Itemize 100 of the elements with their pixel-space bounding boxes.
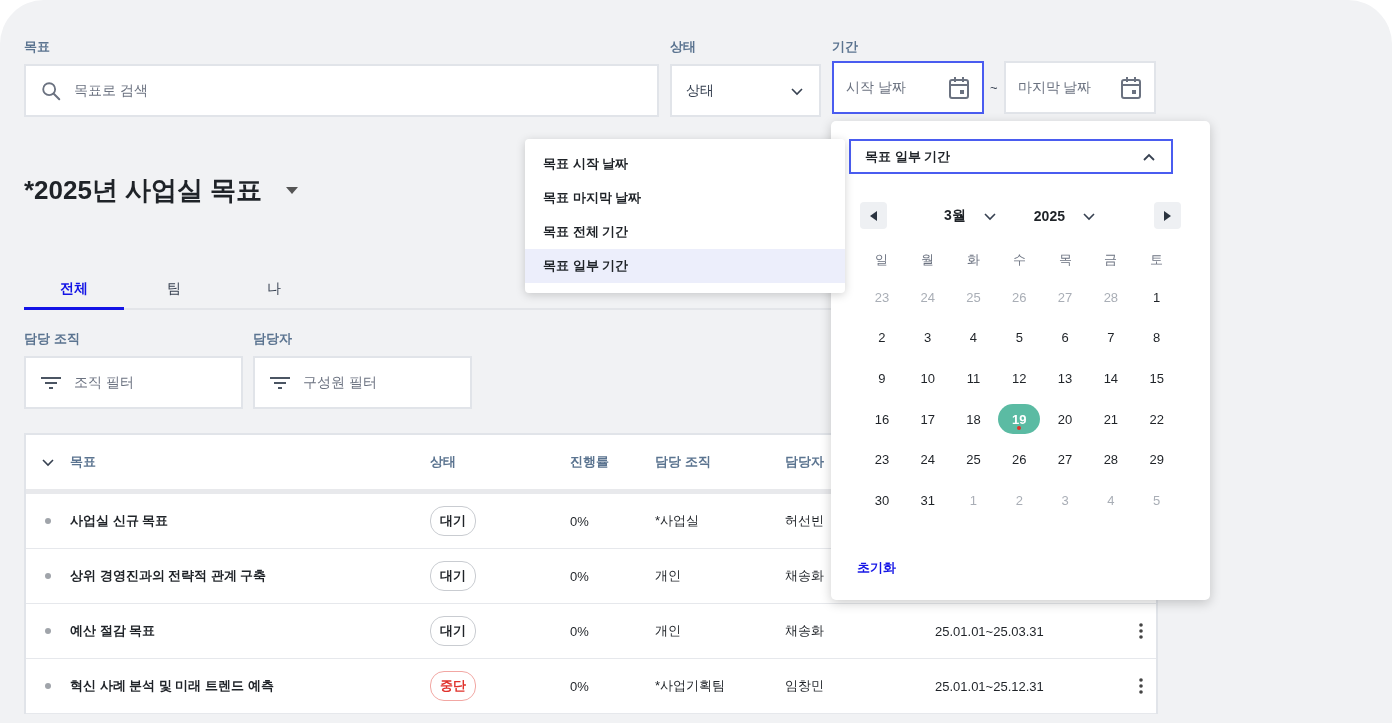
search-icon [40, 79, 62, 102]
weekday-label: 일 [875, 251, 889, 269]
tab[interactable]: 팀 [124, 270, 224, 310]
date-field[interactable]: 마지막 날짜 [1003, 61, 1156, 114]
calendar-day[interactable]: 27 [1044, 444, 1087, 475]
field-label: 목표 [24, 38, 51, 56]
month-select[interactable]: 3월 [944, 206, 998, 225]
more-icon[interactable] [1138, 623, 1143, 639]
calendar-day[interactable]: 31 [906, 485, 949, 516]
calendar-day[interactable]: 5 [998, 322, 1041, 353]
calendar-day[interactable]: 18 [952, 404, 995, 435]
table-cell: 채송화 [785, 622, 824, 640]
table-cell: 0% [570, 678, 589, 694]
weekday-label: 금 [1104, 251, 1118, 269]
filter-field[interactable]: 조직 필터 [24, 356, 243, 409]
status-badge: 대기 [430, 561, 476, 591]
calendar-day[interactable]: 8 [1135, 322, 1178, 353]
column-header: 담당자 [785, 453, 824, 471]
calendar-day[interactable]: 13 [1044, 363, 1087, 394]
period-mode-dropdown[interactable]: 목표 일부 기간 [849, 139, 1173, 174]
calendar-day[interactable]: 12 [998, 363, 1041, 394]
weekday-label: 월 [921, 251, 935, 269]
calendar-day[interactable]: 17 [906, 404, 949, 435]
table-cell: 임창민 [785, 677, 824, 695]
calendar-day[interactable]: 9 [860, 363, 903, 394]
calendar-day[interactable]: 10 [906, 363, 949, 394]
tab[interactable]: 나 [224, 270, 324, 310]
menu-item[interactable]: 목표 전체 기간 [525, 215, 845, 249]
calendar-day[interactable]: 4 [952, 322, 995, 353]
triangle-left-icon [869, 210, 878, 221]
caret-icon[interactable] [286, 187, 299, 194]
field-label: 기간 [832, 38, 859, 56]
weekday-label: 토 [1150, 251, 1164, 269]
calendar-day[interactable]: 1 [1135, 282, 1178, 313]
reset-link[interactable]: 초기화 [857, 558, 896, 577]
tab[interactable]: 전체 [24, 270, 124, 310]
goal-title[interactable]: 사업실 신규 목표 [70, 512, 169, 530]
date-field[interactable]: 시작 날짜 [832, 61, 984, 114]
calendar-day[interactable]: 29 [1135, 444, 1178, 475]
table-cell: 0% [570, 513, 589, 529]
calendar-day[interactable]: 21 [1089, 404, 1132, 435]
calendar-day[interactable]: 11 [952, 363, 995, 394]
calendar-day[interactable]: 23 [860, 444, 903, 475]
weekday-label: 화 [967, 251, 980, 269]
table-cell: *사업실 [655, 512, 700, 530]
calendar-day[interactable]: 25 [952, 444, 995, 475]
calendar-icon[interactable] [1119, 75, 1142, 100]
table-cell: 0% [570, 568, 589, 584]
calendar-day[interactable]: 7 [1089, 322, 1132, 353]
more-icon[interactable] [1138, 678, 1143, 694]
calendar-day[interactable]: 16 [860, 404, 903, 435]
filter-icon [40, 375, 62, 390]
table-cell: 개인 [655, 622, 681, 640]
weekday-label: 목 [1058, 251, 1072, 269]
calendar-day[interactable]: 3 [906, 322, 949, 353]
year-select[interactable]: 2025 [1033, 206, 1097, 225]
calendar-day[interactable]: 15 [1135, 363, 1178, 394]
calendar-day[interactable]: 2 [860, 322, 903, 353]
menu-item[interactable]: 목표 마지막 날짜 [525, 181, 845, 215]
field-label: 상태 [670, 38, 697, 56]
goal-title[interactable]: 상위 경영진과의 전략적 관계 구축 [70, 567, 267, 585]
page-title: *2025년 사업실 목표 [24, 174, 263, 207]
calendar-day[interactable]: 22 [1135, 404, 1178, 435]
status-dropdown[interactable]: 상태 [670, 64, 821, 117]
table-cell: 개인 [655, 567, 681, 585]
bullet-icon [45, 518, 51, 524]
filter-field[interactable]: 구성원 필터 [253, 356, 472, 409]
table-cell: 채송화 [785, 567, 824, 585]
calendar-day[interactable]: 24 [906, 444, 949, 475]
calendar-icon[interactable] [948, 75, 970, 100]
next-month-button[interactable] [1154, 202, 1181, 229]
bullet-icon [45, 683, 51, 689]
range-separator: ~ [990, 80, 998, 95]
table-cell: 0% [570, 623, 589, 639]
column-header: 담당 조직 [655, 453, 711, 471]
goal-title[interactable]: 예산 절감 목표 [70, 622, 156, 640]
status-badge: 대기 [430, 616, 476, 646]
table-cell: *사업기획팀 [655, 677, 726, 695]
weekday-label: 수 [1012, 251, 1026, 269]
calendar-day[interactable]: 20 [1044, 404, 1087, 435]
calendar-day[interactable]: 28 [1089, 444, 1132, 475]
search-field[interactable]: 목표로 검색 [24, 64, 659, 117]
previous-month-button[interactable] [860, 202, 887, 229]
triangle-right-icon [1163, 210, 1172, 221]
field-label: 담당 조직 [24, 330, 81, 348]
calendar-day[interactable]: 30 [860, 485, 903, 516]
calendar-day[interactable]: 14 [1089, 363, 1132, 394]
menu-item[interactable]: 목표 일부 기간 [525, 249, 845, 283]
calendar-day[interactable]: 6 [1044, 322, 1087, 353]
status-badge: 대기 [430, 506, 476, 536]
column-header: 상태 [430, 453, 456, 471]
goal-title[interactable]: 혁신 사례 분석 및 미래 트렌드 예측 [70, 677, 274, 695]
menu-item[interactable]: 목표 시작 날짜 [525, 147, 845, 181]
calendar-day[interactable]: 26 [998, 444, 1041, 475]
column-header: 진행률 [570, 453, 609, 471]
bullet-icon [45, 628, 51, 634]
table-cell: 허선빈 [785, 512, 824, 530]
filter-icon [269, 375, 291, 390]
table-cell: 25.01.01~25.12.31 [935, 678, 1044, 694]
column-header: 목표 [70, 453, 96, 471]
